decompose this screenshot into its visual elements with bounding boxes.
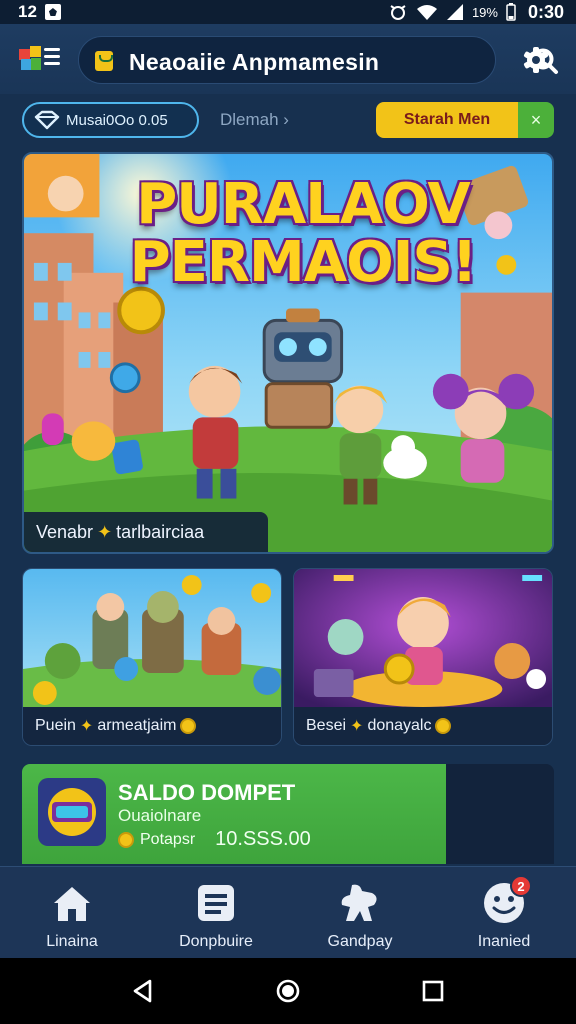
recents-icon[interactable] xyxy=(420,978,446,1004)
more-link[interactable]: Dlemah › xyxy=(220,110,289,130)
nav-label: Donpbuire xyxy=(179,933,253,950)
balance-chip-label: Musai0Oo 0.05 xyxy=(66,111,168,129)
wallet-balance-value: 10.SSS.00 xyxy=(215,828,311,850)
back-icon[interactable] xyxy=(130,978,156,1004)
balance-chip[interactable]: Musai0Oo 0.05 xyxy=(22,102,199,138)
game-card-suffix: donayalc xyxy=(367,717,432,734)
game-card-suffix: armeatjaim xyxy=(97,717,177,734)
sparkle-icon: ✦ xyxy=(350,718,364,735)
hero-caption-prefix: Venabr xyxy=(36,521,94,542)
battery-percentage: 19% xyxy=(471,4,498,20)
status-left-text: 12 xyxy=(18,2,37,21)
notification-icon xyxy=(44,4,61,20)
bottom-navigation: Linaina Donpbuire Gandpay 2 Inanied xyxy=(0,866,576,958)
game-card-prefix: Besei xyxy=(306,717,347,734)
hero-title-line2: PERMAOIS! xyxy=(129,230,478,295)
app-title: Neaoaiie Anpmamesin xyxy=(129,49,380,75)
app-logo-icon xyxy=(19,46,41,70)
start-button-label: Starah Men xyxy=(376,102,518,138)
coin-icon xyxy=(118,831,134,848)
title-bar: Neaoaiie Anpmamesin xyxy=(78,36,558,84)
notification-badge: 2 xyxy=(510,875,532,897)
nav-label: Gandpay xyxy=(327,933,393,950)
status-right: 19% 0:30 xyxy=(388,2,564,23)
coin-icon xyxy=(435,718,452,734)
game-card-artwork xyxy=(294,569,552,709)
game-app-icon xyxy=(38,778,106,846)
wallet-card[interactable]: SALDO DOMPET Ouaiolnare Potapsr 10.SSS.0… xyxy=(22,764,554,864)
game-card[interactable]: Puein ✦ armeatjaim xyxy=(22,568,282,746)
hero-title: PURALAOV PERMAOIS! xyxy=(24,176,552,292)
battery-icon xyxy=(506,3,516,21)
diamond-icon xyxy=(34,110,60,130)
wifi-icon xyxy=(416,5,437,20)
hero-banner[interactable]: PURALAOV PERMAOIS! Venabr ✦ tarlbairciaa xyxy=(22,152,554,554)
hero-caption-suffix: tarlbairciaa xyxy=(116,521,205,542)
coin-icon xyxy=(180,718,197,734)
home-icon xyxy=(54,887,90,921)
nav-item-profile[interactable]: 2 Inanied xyxy=(432,867,576,958)
profile-icon-wrapper: 2 xyxy=(482,875,532,925)
sparkle-icon: ✦ xyxy=(97,521,113,542)
hero-title-line1: PURALAOV xyxy=(136,172,470,237)
puzzle-icon xyxy=(341,884,377,921)
wallet-title: SALDO DOMPET xyxy=(118,780,296,805)
status-left: 12 xyxy=(18,2,61,22)
nav-label: Linaina xyxy=(46,933,98,950)
game-card[interactable]: Besei ✦ donayalc xyxy=(293,568,553,746)
close-icon[interactable]: × xyxy=(518,102,554,138)
start-button[interactable]: Starah Men × xyxy=(376,102,554,138)
clock: 0:30 xyxy=(527,1,564,22)
signal-icon xyxy=(446,4,463,20)
game-card-caption: Puein ✦ armeatjaim xyxy=(23,707,281,745)
wallet-subtitle: Ouaiolnare xyxy=(118,806,202,825)
document-icon xyxy=(198,885,234,921)
sparkle-icon: ✦ xyxy=(79,718,94,735)
game-card-artwork xyxy=(23,569,281,709)
game-card-caption: Besei ✦ donayalc xyxy=(294,707,552,745)
nav-item-games[interactable]: Gandpay xyxy=(288,867,432,958)
nav-item-documents[interactable]: Donpbuire xyxy=(144,867,288,958)
game-card-prefix: Puein xyxy=(35,717,76,734)
system-navigation xyxy=(0,958,576,1024)
gear-icon[interactable] xyxy=(522,46,550,74)
app-header: Neaoaiie Anpmamesin xyxy=(0,24,576,94)
nav-label: Inanied xyxy=(477,933,531,950)
nav-item-home[interactable]: Linaina xyxy=(0,867,144,958)
wallet-balance: Potapsr 10.SSS.00 xyxy=(118,828,311,851)
shopping-bag-icon xyxy=(95,51,113,71)
hero-caption: Venabr ✦ tarlbairciaa xyxy=(24,512,268,552)
wallet-balance-label: Potapsr xyxy=(140,830,196,848)
home-button-icon[interactable] xyxy=(275,978,301,1004)
alarm-icon xyxy=(390,5,406,20)
status-bar: 12 19% 0:30 xyxy=(0,0,576,24)
menu-icon[interactable] xyxy=(44,48,60,66)
